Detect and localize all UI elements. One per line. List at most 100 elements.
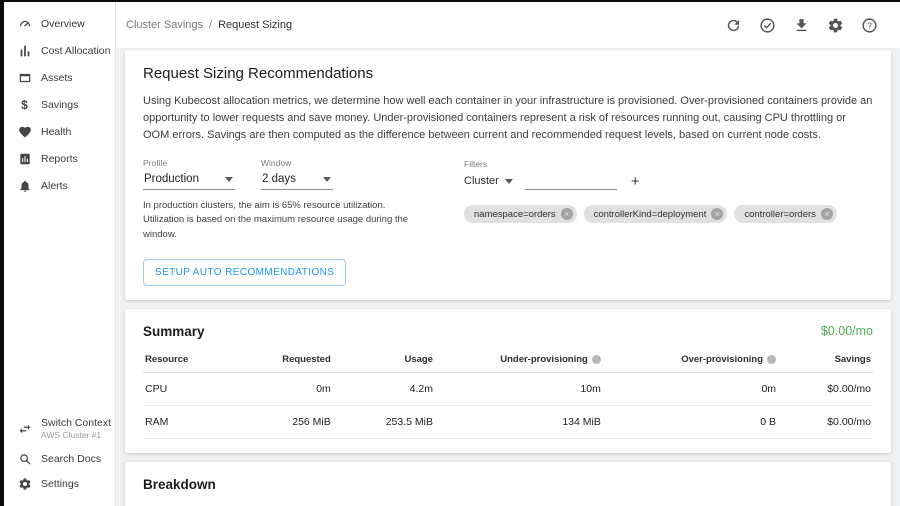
sidebar-item-assets[interactable]: Assets xyxy=(4,64,115,91)
breadcrumb: Cluster Savings / Request Sizing xyxy=(126,19,292,31)
dollar-icon: $ xyxy=(17,97,32,112)
content-scroll-area[interactable]: Request Sizing Recommendations Using Kub… xyxy=(116,48,900,506)
current-context-value: AWS Cluster #1 xyxy=(41,430,111,441)
heart-icon xyxy=(17,124,32,139)
breakdown-title: Breakdown xyxy=(143,477,216,492)
filter-chip: namespace=orders × xyxy=(464,205,577,223)
filters-block: Filters Cluster + namespace=orders xyxy=(464,158,837,242)
breadcrumb-parent[interactable]: Cluster Savings xyxy=(126,19,203,31)
search-docs-label: Search Docs xyxy=(41,453,101,465)
cell-requested: 0m xyxy=(245,372,333,405)
gear-icon[interactable] xyxy=(827,17,844,34)
download-icon[interactable] xyxy=(793,17,810,34)
topbar-actions: ? xyxy=(725,17,878,34)
column-header-container: Container xyxy=(143,500,253,506)
column-header-resource: Resource xyxy=(143,347,245,373)
chip-remove-icon[interactable]: × xyxy=(821,208,833,220)
table-row: CPU 0m 4.2m 10m 0m $0.00/mo xyxy=(143,372,873,405)
bell-icon xyxy=(17,178,32,193)
filter-type-value: Cluster xyxy=(464,175,499,187)
setup-auto-recommendations-button[interactable]: SETUP AUTO RECOMMENDATIONS xyxy=(143,259,346,286)
cell-requested: 256 MiB xyxy=(245,405,333,438)
summary-title: Summary xyxy=(143,324,205,339)
cell-under-provisioning: 10m xyxy=(435,372,603,405)
refresh-icon[interactable] xyxy=(725,17,742,34)
cell-savings: $0.00/mo xyxy=(778,405,873,438)
sidebar-item-settings[interactable]: Settings xyxy=(4,471,115,496)
info-icon[interactable] xyxy=(767,355,776,364)
summary-card: Summary $0.00/mo Resource Requested Usag… xyxy=(125,309,891,453)
help-icon[interactable]: ? xyxy=(861,17,878,34)
sidebar-item-health[interactable]: Health xyxy=(4,118,115,145)
sidebar-item-reports[interactable]: Reports xyxy=(4,145,115,172)
column-header-cpu-recommended: CPUrecomm'd xyxy=(479,500,545,506)
chip-label: controllerKind=deployment xyxy=(594,209,707,220)
filter-type-select[interactable]: Cluster xyxy=(464,175,513,190)
cell-under-provisioning: 134 MiB xyxy=(435,405,603,438)
cell-over-provisioning: 0 B xyxy=(603,405,778,438)
column-header-savings-sort[interactable]: ↓Savings xyxy=(815,500,873,506)
bar-chart-icon xyxy=(17,43,32,58)
info-icon[interactable] xyxy=(592,355,601,364)
cell-usage: 253.5 MiB xyxy=(333,405,435,438)
column-header-requested: Requested xyxy=(245,347,333,373)
chevron-down-icon xyxy=(225,177,233,182)
search-icon xyxy=(17,451,32,466)
sidebar-item-cost-allocation[interactable]: Cost Allocation xyxy=(4,37,115,64)
gear-icon xyxy=(17,476,32,491)
switch-context-label: Switch Context xyxy=(41,417,111,430)
swap-horizontal-icon xyxy=(17,422,32,437)
topbar: Cluster Savings / Request Sizing ? xyxy=(116,2,900,48)
sidebar-item-label: Overview xyxy=(41,18,85,30)
sidebar-item-label: Health xyxy=(41,126,71,138)
total-savings-value: $0.00/mo xyxy=(821,324,873,338)
column-header-efficiency: Efficiency xyxy=(749,500,815,506)
breakdown-table: Container Cluster CPUusage CPUrequest CP… xyxy=(143,500,873,506)
request-sizing-card: Request Sizing Recommendations Using Kub… xyxy=(125,50,891,300)
main-area: Cluster Savings / Request Sizing ? xyxy=(116,2,900,506)
window-value: 2 days xyxy=(262,173,296,185)
svg-text:?: ? xyxy=(867,21,872,30)
window-label: Window xyxy=(261,158,333,168)
profile-value: Production xyxy=(144,173,199,185)
profile-select-group: Profile Production xyxy=(143,158,235,190)
chip-label: controller=orders xyxy=(744,209,816,220)
web-asset-icon xyxy=(17,70,32,85)
table-row: RAM 256 MiB 253.5 MiB 134 MiB 0 B $0.00/… xyxy=(143,405,873,438)
column-header-cpu-request: CPUrequest xyxy=(420,500,478,506)
cell-savings: $0.00/mo xyxy=(778,372,873,405)
utilization-note: In production clusters, the aim is 65% r… xyxy=(143,199,429,242)
window-select[interactable]: 2 days xyxy=(261,171,333,190)
sidebar-item-switch-context[interactable]: Switch Context AWS Cluster #1 xyxy=(4,412,115,446)
filter-value-input[interactable] xyxy=(525,172,617,190)
check-circle-icon[interactable] xyxy=(759,17,776,34)
app-window: Overview Cost Allocation Assets $ Saving… xyxy=(4,2,900,506)
filter-chip: controllerKind=deployment × xyxy=(584,205,728,223)
sidebar-item-label: Alerts xyxy=(41,180,68,192)
column-header-cpu-usage: CPUusage xyxy=(362,500,420,506)
filters-label: Filters xyxy=(464,159,837,169)
sidebar-item-label: Reports xyxy=(41,153,78,165)
sidebar: Overview Cost Allocation Assets $ Saving… xyxy=(4,2,116,506)
profile-label: Profile xyxy=(143,158,235,168)
sidebar-item-overview[interactable]: Overview xyxy=(4,10,115,37)
breadcrumb-separator: / xyxy=(209,19,212,31)
chip-remove-icon[interactable]: × xyxy=(711,208,723,220)
sidebar-item-search-docs[interactable]: Search Docs xyxy=(4,446,115,471)
chevron-down-icon xyxy=(505,179,513,184)
controls-row: Profile Production Window 2 days xyxy=(143,158,873,242)
profile-controls: Profile Production Window 2 days xyxy=(143,158,448,242)
gauge-icon xyxy=(17,16,32,31)
sidebar-nav: Overview Cost Allocation Assets $ Saving… xyxy=(4,10,115,199)
report-icon xyxy=(17,151,32,166)
profile-select[interactable]: Production xyxy=(143,171,235,190)
summary-table: Resource Requested Usage Under-provision… xyxy=(143,347,873,439)
chip-label: namespace=orders xyxy=(474,209,556,220)
column-header-cluster: Cluster xyxy=(253,500,363,506)
chip-remove-icon[interactable]: × xyxy=(561,208,573,220)
cell-usage: 4.2m xyxy=(333,372,435,405)
add-filter-button[interactable]: + xyxy=(629,174,642,190)
sidebar-item-alerts[interactable]: Alerts xyxy=(4,172,115,199)
sidebar-item-savings[interactable]: $ Savings xyxy=(4,91,115,118)
column-header-ram-usage: RAMusage xyxy=(544,500,610,506)
